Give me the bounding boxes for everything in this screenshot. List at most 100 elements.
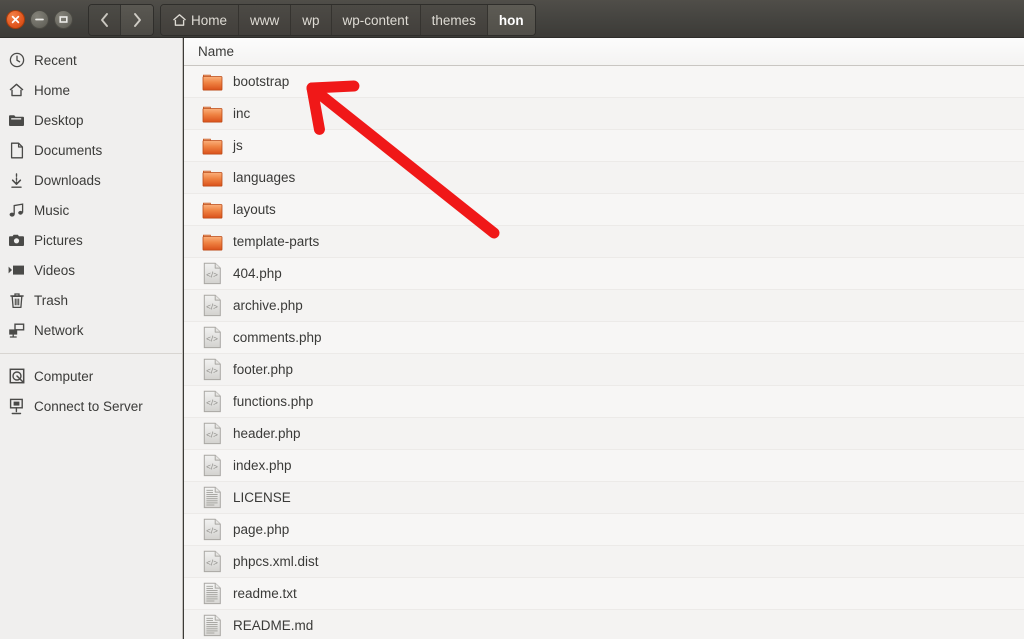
- file-list-row[interactable]: js: [184, 130, 1024, 162]
- file-list-row[interactable]: </> phpcs.xml.dist: [184, 546, 1024, 578]
- text-file-icon: [203, 614, 221, 637]
- svg-text:</>: </>: [206, 303, 218, 312]
- chevron-left-icon: [101, 13, 108, 27]
- code-file-icon: </>: [201, 454, 223, 478]
- breadcrumb-item-wp-content[interactable]: wp-content: [331, 5, 421, 35]
- maximize-window-button[interactable]: [54, 10, 73, 29]
- folder-icon: [202, 170, 222, 186]
- folder-icon: [201, 102, 223, 126]
- sidebar-item-desktop[interactable]: Desktop: [0, 105, 182, 135]
- file-list-row[interactable]: README.md: [184, 610, 1024, 639]
- sidebar-item-network[interactable]: Network: [0, 315, 182, 345]
- folder-icon: [201, 230, 223, 254]
- sidebar-item-label: Computer: [34, 368, 94, 384]
- code-file-icon: </>: [203, 518, 221, 541]
- breadcrumb-item-home[interactable]: Home: [161, 5, 240, 35]
- close-icon: [11, 15, 20, 24]
- document-icon: [10, 142, 23, 158]
- back-button[interactable]: [89, 5, 121, 35]
- file-list-row[interactable]: </> archive.php: [184, 290, 1024, 322]
- breadcrumb-item-wp[interactable]: wp: [291, 5, 332, 35]
- download-arrow-icon: [8, 172, 25, 189]
- sidebar-item-label: Recent: [34, 52, 77, 68]
- file-name: page.php: [233, 522, 290, 537]
- file-list-row[interactable]: </> functions.php: [184, 386, 1024, 418]
- text-file-icon: [201, 486, 223, 510]
- file-name: index.php: [233, 458, 292, 473]
- sidebar-item-trash[interactable]: Trash: [0, 285, 182, 315]
- code-file-icon: </>: [201, 262, 223, 286]
- text-file-icon: [201, 614, 223, 638]
- sidebar-item-label: Downloads: [34, 172, 101, 188]
- sidebar-item-recent[interactable]: Recent: [0, 45, 182, 75]
- network-icon: [9, 323, 25, 338]
- sidebar-item-home[interactable]: Home: [0, 75, 182, 105]
- breadcrumb-item-hon[interactable]: hon: [487, 5, 535, 35]
- home-icon: [172, 13, 187, 27]
- text-file-icon: [203, 486, 221, 509]
- download-arrow-icon: [11, 172, 22, 188]
- close-window-button[interactable]: [6, 10, 25, 29]
- code-file-icon: </>: [203, 358, 221, 381]
- file-name: 404.php: [233, 266, 282, 281]
- window-titlebar: Home www wp wp-content themes hon: [0, 0, 1024, 38]
- breadcrumb-item-themes[interactable]: themes: [420, 5, 488, 35]
- sidebar-item-connect-to-server[interactable]: Connect to Server: [0, 391, 182, 421]
- file-list-row[interactable]: layouts: [184, 194, 1024, 226]
- file-list-row[interactable]: readme.txt: [184, 578, 1024, 610]
- camera-icon: [8, 232, 25, 249]
- trash-icon: [8, 292, 25, 309]
- breadcrumb-item-www[interactable]: www: [239, 5, 292, 35]
- document-icon: [8, 142, 25, 159]
- code-file-icon: </>: [201, 294, 223, 318]
- sidebar-item-videos[interactable]: Videos: [0, 255, 182, 285]
- svg-text:</>: </>: [206, 271, 218, 280]
- desktop-folder-icon: [8, 112, 25, 129]
- file-list-row[interactable]: </> comments.php: [184, 322, 1024, 354]
- file-list-row[interactable]: </> 404.php: [184, 258, 1024, 290]
- folder-icon: [201, 70, 223, 94]
- svg-text:</>: </>: [206, 335, 218, 344]
- music-note-icon: [9, 203, 24, 217]
- file-name: LICENSE: [233, 490, 291, 505]
- folder-icon: [201, 134, 223, 158]
- file-list-row[interactable]: template-parts: [184, 226, 1024, 258]
- file-list-row[interactable]: bootstrap: [184, 66, 1024, 98]
- sidebar-item-music[interactable]: Music: [0, 195, 182, 225]
- file-list-row[interactable]: </> index.php: [184, 450, 1024, 482]
- code-file-icon: </>: [201, 550, 223, 574]
- svg-text:</>: </>: [206, 431, 218, 440]
- folder-icon: [201, 198, 223, 222]
- breadcrumb-label: wp-content: [342, 12, 409, 28]
- file-list-row[interactable]: </> page.php: [184, 514, 1024, 546]
- file-list-row[interactable]: LICENSE: [184, 482, 1024, 514]
- file-list-row[interactable]: </> header.php: [184, 418, 1024, 450]
- svg-text:</>: </>: [206, 367, 218, 376]
- file-name: languages: [233, 170, 296, 185]
- code-file-icon: </>: [203, 550, 221, 573]
- forward-button[interactable]: [121, 5, 153, 35]
- sidebar-item-documents[interactable]: Documents: [0, 135, 182, 165]
- home-icon-glyph: [173, 14, 186, 26]
- column-header-name[interactable]: Name: [184, 44, 234, 59]
- file-name: inc: [233, 106, 251, 121]
- file-list-row[interactable]: </> footer.php: [184, 354, 1024, 386]
- text-file-icon: [201, 582, 223, 606]
- sidebar: Recent Home Desktop Documents Downloads …: [0, 38, 183, 639]
- sidebar-item-label: Desktop: [34, 112, 84, 128]
- code-file-icon: </>: [203, 326, 221, 349]
- sidebar-item-downloads[interactable]: Downloads: [0, 165, 182, 195]
- file-list-row[interactable]: inc: [184, 98, 1024, 130]
- sidebar-item-computer[interactable]: Computer: [0, 361, 182, 391]
- code-file-icon: </>: [201, 390, 223, 414]
- code-file-icon: </>: [203, 454, 221, 477]
- sidebar-item-label: Music: [34, 202, 70, 218]
- breadcrumb-label: themes: [431, 12, 476, 28]
- sidebar-item-pictures[interactable]: Pictures: [0, 225, 182, 255]
- sidebar-divider: [0, 353, 182, 354]
- sidebar-item-label: Home: [34, 82, 71, 98]
- file-list-row[interactable]: languages: [184, 162, 1024, 194]
- computer-disk-icon: [8, 368, 25, 385]
- minimize-window-button[interactable]: [30, 10, 49, 29]
- file-name: js: [233, 138, 243, 153]
